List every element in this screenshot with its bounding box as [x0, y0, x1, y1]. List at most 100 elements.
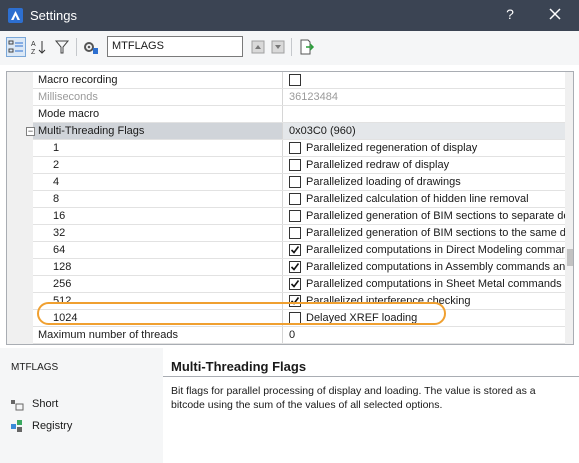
- previous-match-button[interactable]: [248, 37, 268, 57]
- gear-icon: [84, 42, 98, 54]
- grid-gutter: [7, 72, 33, 344]
- flag-checkbox[interactable]: [289, 176, 301, 188]
- settings-options-button[interactable]: [80, 37, 100, 57]
- flag-bit: 128: [33, 259, 283, 275]
- row-macro-recording[interactable]: Macro recording: [33, 72, 565, 89]
- flag-checkbox[interactable]: [289, 244, 301, 256]
- toolbar: AZ: [0, 31, 579, 65]
- flag-checkbox[interactable]: [289, 159, 301, 171]
- flag-label: Parallelized loading of drawings: [306, 176, 461, 188]
- search-input[interactable]: MTFLAGS: [107, 36, 243, 57]
- row-name: Macro recording: [33, 72, 283, 88]
- arrow-down-icon: [271, 40, 285, 54]
- flag-checkbox[interactable]: [289, 278, 301, 290]
- divider: [163, 376, 579, 377]
- svg-text:A: A: [31, 41, 36, 48]
- flag-value[interactable]: Parallelized generation of BIM sections …: [284, 208, 565, 224]
- filter-icon: [54, 40, 70, 54]
- row-value[interactable]: [284, 72, 565, 88]
- highlight-annotation: [37, 302, 446, 325]
- registry-icon: [10, 419, 24, 433]
- flag-label: Parallelized generation of BIM sections …: [306, 210, 565, 222]
- sort-az-icon: AZ: [31, 41, 46, 56]
- row-multi-threading-flags[interactable]: Multi-Threading Flags 0x03C0 (960): [33, 123, 565, 140]
- flag-bit: 256: [33, 276, 283, 292]
- filter-button[interactable]: [52, 37, 72, 57]
- flag-checkbox[interactable]: [289, 193, 301, 205]
- flag-checkbox[interactable]: [289, 142, 301, 154]
- flag-checkbox[interactable]: [289, 210, 301, 222]
- row-milliseconds: Milliseconds 36123484: [33, 89, 565, 106]
- sort-alphabetical-button[interactable]: AZ: [29, 37, 49, 57]
- flag-label: Parallelized calculation of hidden line …: [306, 193, 529, 205]
- row-name: Mode macro: [33, 106, 283, 122]
- row-name: Maximum number of threads: [33, 327, 283, 343]
- row-value: 36123484: [289, 91, 338, 103]
- export-icon: [300, 39, 315, 55]
- row-mode-macro[interactable]: Mode macro: [33, 106, 565, 123]
- flag-bit: 16: [33, 208, 283, 224]
- next-match-button[interactable]: [268, 37, 288, 57]
- toolbar-separator: [76, 38, 77, 56]
- categorized-icon: [8, 40, 23, 53]
- flag-label: Parallelized computations in Assembly co…: [306, 261, 565, 273]
- close-icon: [549, 8, 561, 20]
- row-partial: [33, 344, 565, 345]
- flag-label: Parallelized redraw of display: [306, 159, 450, 171]
- arrow-up-icon: [251, 40, 265, 54]
- description-text: Bit flags for parallel processing of dis…: [171, 385, 536, 411]
- flag-value[interactable]: Parallelized redraw of display: [284, 157, 565, 173]
- close-button[interactable]: [547, 6, 563, 22]
- flag-checkbox[interactable]: [289, 227, 301, 239]
- export-button[interactable]: [296, 37, 316, 57]
- collapse-group-icon[interactable]: −: [26, 127, 35, 136]
- flag-checkbox[interactable]: [289, 261, 301, 273]
- flag-value[interactable]: Parallelized loading of drawings: [284, 174, 565, 190]
- description-pane: MTFLAGS Short Registry Multi-Threading F…: [0, 348, 579, 463]
- row-name: Milliseconds: [33, 89, 283, 105]
- scrollbar-thumb[interactable]: [567, 249, 573, 266]
- app-logo-icon: [8, 8, 23, 23]
- flag-row-16[interactable]: 16 Parallelized generation of BIM section…: [33, 208, 565, 225]
- flag-label: Parallelized computations in Sheet Metal…: [306, 278, 565, 290]
- flag-row-32[interactable]: 32 Parallelized generation of BIM section…: [33, 225, 565, 242]
- row-name: Multi-Threading Flags: [33, 123, 283, 139]
- flag-row-256[interactable]: 256 Parallelized computations in Sheet Me…: [33, 276, 565, 293]
- flag-value[interactable]: Parallelized computations in Sheet Metal…: [284, 276, 565, 292]
- flag-label: Parallelized regeneration of display: [306, 142, 478, 154]
- svg-text:Z: Z: [31, 49, 36, 56]
- title-bar: Settings ?: [0, 0, 579, 31]
- row-value[interactable]: 0: [284, 327, 565, 343]
- registry-label: Registry: [32, 420, 73, 432]
- flag-bit: 64: [33, 242, 283, 258]
- command-pane: MTFLAGS Short Registry: [0, 348, 163, 463]
- help-button[interactable]: ?: [503, 6, 517, 22]
- command-name: MTFLAGS: [11, 362, 59, 373]
- flag-row-8[interactable]: 8 Parallelized calculation of hidden line…: [33, 191, 565, 208]
- flag-label: Parallelized generation of BIM sections …: [306, 227, 565, 239]
- flag-row-64[interactable]: 64 Parallelized computations in Direct Mo…: [33, 242, 565, 259]
- flag-value[interactable]: Parallelized computations in Direct Mode…: [284, 242, 565, 258]
- flag-bit: 1: [33, 140, 283, 156]
- macro-recording-checkbox[interactable]: [289, 74, 301, 86]
- flag-bit: 8: [33, 191, 283, 207]
- flag-value[interactable]: Parallelized computations in Assembly co…: [284, 259, 565, 275]
- row-max-threads[interactable]: Maximum number of threads 0: [33, 327, 565, 344]
- row-value[interactable]: [284, 106, 565, 122]
- flag-row-2[interactable]: 2 Parallelized redraw of display: [33, 157, 565, 174]
- window-title: Settings: [30, 8, 77, 23]
- description-title: Multi-Threading Flags: [171, 359, 307, 374]
- row-value[interactable]: 0x03C0 (960): [284, 123, 565, 139]
- vertical-scrollbar[interactable]: [565, 72, 573, 344]
- short-label: Short: [32, 398, 59, 410]
- flag-value[interactable]: Parallelized generation of BIM sections …: [284, 225, 565, 241]
- flag-row-4[interactable]: 4 Parallelized loading of drawings: [33, 174, 565, 191]
- flag-label: Parallelized computations in Direct Mode…: [306, 244, 565, 256]
- toolbar-separator: [291, 38, 292, 56]
- flag-row-1[interactable]: 1 Parallelized regeneration of display: [33, 140, 565, 157]
- flag-row-128[interactable]: 128 Parallelized computations in Assembly…: [33, 259, 565, 276]
- flag-value[interactable]: Parallelized regeneration of display: [284, 140, 565, 156]
- flag-value[interactable]: Parallelized calculation of hidden line …: [284, 191, 565, 207]
- short-icon: [10, 397, 24, 411]
- categorized-view-button[interactable]: [6, 37, 26, 57]
